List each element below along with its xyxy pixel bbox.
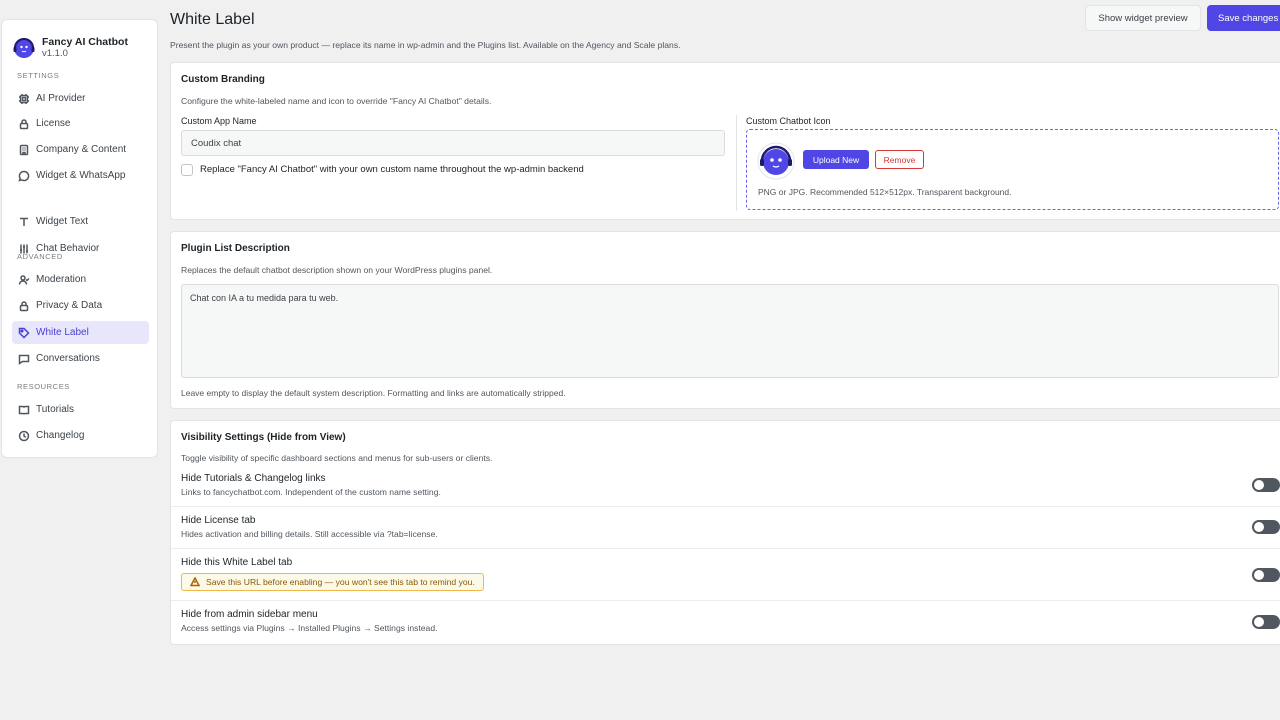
sidebar-item-label: Moderation [36,274,87,285]
sidebar-item-company-content[interactable]: Company & Content [12,138,149,161]
row-title: Hide License tab [181,515,256,526]
sidebar-item-tutorials[interactable]: Tutorials [12,398,149,421]
card-title: Visibility Settings (Hide from View) [181,432,346,443]
row-subtitle: Access settings via Plugins → Installed … [181,623,438,633]
card-title: Plugin List Description [181,243,290,254]
row-title: Hide from admin sidebar menu [181,609,318,620]
sidebar-item-ai-provider[interactable]: AI Provider [12,87,149,110]
row-divider [171,600,1280,601]
tag-icon [18,327,30,339]
user-check-icon [18,274,30,285]
page-description: Present the plugin as your own product —… [170,40,681,50]
hide-sidebar-menu-toggle[interactable] [1252,615,1280,629]
sidebar-item-privacy-data[interactable]: Privacy & Data [12,294,149,317]
sidebar-item-label: Privacy & Data [36,300,103,311]
book-icon [18,405,30,415]
clock-icon [18,430,30,441]
row-subtitle: Hides activation and billing details. St… [181,529,438,539]
sidebar: Fancy AI Chatbot v1.1.0 SETTINGS AI Prov… [1,19,158,458]
page-title: White Label [170,11,255,28]
custom-branding-card: Custom Branding Configure the white-labe… [170,62,1280,220]
text-icon [20,217,28,226]
plugin-list-description-card: Plugin List Description Replaces the def… [170,231,1280,409]
brand-version: v1.1.0 [42,47,68,59]
sidebar-item-widget-whatsapp[interactable]: Widget & WhatsApp [12,164,149,187]
row-title: Hide Tutorials & Changelog links [181,473,326,484]
icon-label: Custom Chatbot Icon [746,116,831,126]
sidebar-item-widget-text[interactable]: Widget Text [12,210,149,233]
lock-icon [19,118,29,129]
hide-license-toggle[interactable] [1252,520,1280,534]
row-divider [171,506,1280,507]
sidebar-item-label: Widget Text [36,216,89,227]
sidebar-item-label: Conversations [36,353,100,364]
app-name-label: Custom App Name [181,116,257,126]
chip-icon [19,93,29,104]
sidebar-item-label: Tutorials [36,404,74,415]
sidebar-item-conversations[interactable]: Conversations [12,347,149,370]
bot-avatar-icon [757,142,795,180]
app-name-input[interactable]: Coudix chat [181,130,725,156]
remove-icon-button[interactable]: Remove [875,150,924,169]
sidebar-item-label: Widget & WhatsApp [36,170,126,181]
upload-new-button[interactable]: Upload New [803,150,869,169]
building-icon [19,144,29,155]
icon-upload-box: Upload New Remove PNG or JPG. Recommende… [746,129,1279,210]
sidebar-item-label: White Label [36,327,89,338]
divider [736,115,737,211]
row-subtitle: Links to fancychatbot.com. Independent o… [181,487,441,497]
sidebar-item-label: AI Provider [36,93,86,104]
sidebar-item-label: License [36,118,71,129]
section-resources: RESOURCES [17,382,70,391]
bot-logo-icon [13,37,35,58]
row-title: Hide this White Label tab [181,557,293,568]
section-advanced: ADVANCED [17,252,63,261]
chat-bubble-icon [18,170,30,182]
hide-white-label-toggle[interactable] [1252,568,1280,582]
sidebar-item-white-label[interactable]: White Label [12,321,149,344]
sidebar-item-label: Changelog [36,430,85,441]
sidebar-item-license[interactable]: License [12,112,149,135]
sidebar-item-changelog[interactable]: Changelog [12,424,149,447]
card-subtitle: Replaces the default chatbot description… [181,265,493,275]
show-widget-preview-button[interactable]: Show widget preview [1085,5,1201,31]
icon-hint: PNG or JPG. Recommended 512×512px. Trans… [758,187,1012,197]
save-changes-button[interactable]: Save changes [1207,5,1280,31]
brand-name: Fancy AI Chatbot [42,35,128,48]
sidebar-item-moderation[interactable]: Moderation [12,268,149,291]
lock-icon [19,300,29,311]
card-subtitle: Toggle visibility of specific dashboard … [181,453,493,463]
replace-name-checkbox[interactable] [181,164,193,176]
hide-tutorials-toggle[interactable] [1252,478,1280,492]
replace-name-label: Replace "Fancy AI Chatbot" with your own… [200,164,584,175]
plugin-description-hint: Leave empty to display the default syste… [181,388,566,398]
message-icon [18,354,30,365]
warning-banner: Save this URL before enabling — you won'… [181,573,484,591]
sidebar-item-label: Company & Content [36,144,127,155]
section-settings: SETTINGS [17,71,60,80]
warning-icon [190,577,200,587]
warning-text: Save this URL before enabling — you won'… [206,577,475,587]
brand: Fancy AI Chatbot v1.1.0 [2,20,157,65]
row-divider [171,548,1280,549]
plugin-description-textarea[interactable]: Chat con IA a tu medida para tu web. [181,284,1279,378]
card-title: Custom Branding [181,74,265,85]
visibility-settings-card: Visibility Settings (Hide from View) Tog… [170,420,1280,645]
card-subtitle: Configure the white-labeled name and ico… [181,96,492,106]
